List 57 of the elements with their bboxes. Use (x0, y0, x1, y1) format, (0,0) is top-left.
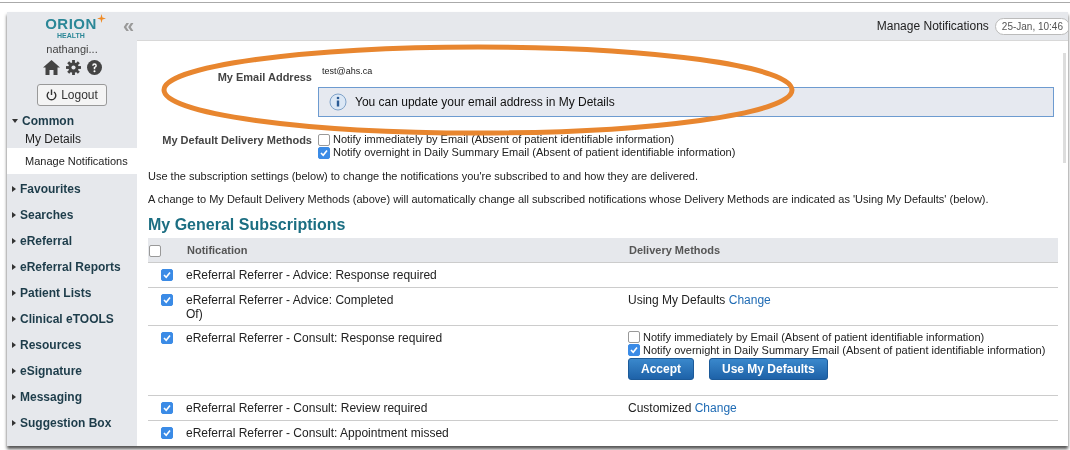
change-link[interactable]: Change (728, 292, 771, 307)
nav-section[interactable]: Searches (7, 202, 137, 228)
user-name: nathangi... (45, 43, 99, 55)
option-label: Notify immediately by Email (Absent of patient identifiable information) (333, 133, 675, 146)
checkbox[interactable] (628, 331, 640, 343)
home-icon[interactable] (42, 60, 60, 75)
delivery-status: Using My Defaults (628, 292, 726, 307)
date-time: 25-Jan, 10:46 (994, 17, 1068, 35)
nav-section[interactable]: Favourites (7, 176, 137, 202)
nav-section[interactable]: Resources (7, 332, 137, 358)
field-label: My Email Address (216, 70, 313, 85)
option-label: Notify immediately by Email (Absent of patient identifiable information) (643, 330, 985, 344)
table-cell-text: eReferral Referrer - Consult: Review required (186, 400, 429, 415)
info-text: You can update your email address in My Details (355, 95, 615, 109)
nav-item[interactable]: My Details (7, 130, 137, 148)
info-icon (329, 93, 347, 111)
power-icon (46, 89, 58, 101)
table-cell-text: eReferral Referrer - Consult: Response required (186, 330, 444, 345)
checkbox[interactable] (161, 401, 173, 414)
action-button[interactable]: Use My Defaults (709, 357, 828, 380)
page-title: Manage Notifications (876, 19, 989, 33)
email-value: test@ahs.ca (321, 65, 374, 78)
nav-section[interactable]: Patient Lists (7, 280, 137, 306)
section-title: My General Subscriptions (148, 216, 347, 234)
checkbox[interactable] (318, 133, 330, 146)
nav-section[interactable]: eReferral Reports (7, 254, 137, 280)
delivery-status: Customized (628, 400, 692, 415)
option-label: Notify overnight in Daily Summary Email (Absent of patient identifiable information) (333, 146, 736, 159)
nav-section[interactable]: Suggestion Box (7, 410, 137, 436)
nav-section[interactable]: eReferral (7, 228, 137, 254)
table-cell-text: Of) (186, 306, 204, 321)
checkbox[interactable] (161, 426, 173, 439)
option-label: Notify overnight in Daily Summary Email (Absent of patient identifiable information) (643, 343, 1046, 357)
nav-section[interactable]: Common (7, 112, 137, 130)
checkbox[interactable] (149, 244, 161, 257)
help-icon[interactable] (86, 60, 102, 75)
action-button[interactable]: Accept (628, 357, 694, 380)
nav-item[interactable]: Manage Notifications (7, 148, 137, 174)
checkbox[interactable] (628, 344, 640, 356)
logout-button[interactable]: Logout (37, 84, 107, 106)
nav-section[interactable]: eSignature (7, 358, 137, 384)
table-cell-text: eReferral Referrer - Advice: Response required (186, 267, 438, 282)
column-header: Delivery Methods (629, 243, 721, 256)
checkbox[interactable] (161, 268, 173, 281)
checkbox[interactable] (161, 331, 173, 344)
settings-icon[interactable] (65, 60, 81, 75)
checkbox[interactable] (318, 146, 330, 159)
table-cell-text: eReferral Referrer - Advice: Completed (186, 292, 395, 307)
description-text: Use the subscription settings (below) to change the notifications you're subscribed to and how they are delivered. (148, 170, 699, 182)
column-header: Notification (187, 243, 248, 256)
nav-section[interactable]: Clinical eTOOLS (7, 306, 137, 332)
table-cell-text: eReferral Referrer - Consult: Appointment missed (186, 425, 450, 440)
change-link[interactable]: Change (694, 400, 737, 415)
nav-section[interactable]: Messaging (7, 384, 137, 410)
checkbox[interactable] (161, 293, 173, 306)
description-text: A change to My Default Delivery Methods (above) will automatically change all subscribed notifications whose Delivery Methods are indicated as 'Using My Defaults' (below). (148, 193, 990, 205)
field-label: My Default Delivery Methods (161, 133, 313, 148)
